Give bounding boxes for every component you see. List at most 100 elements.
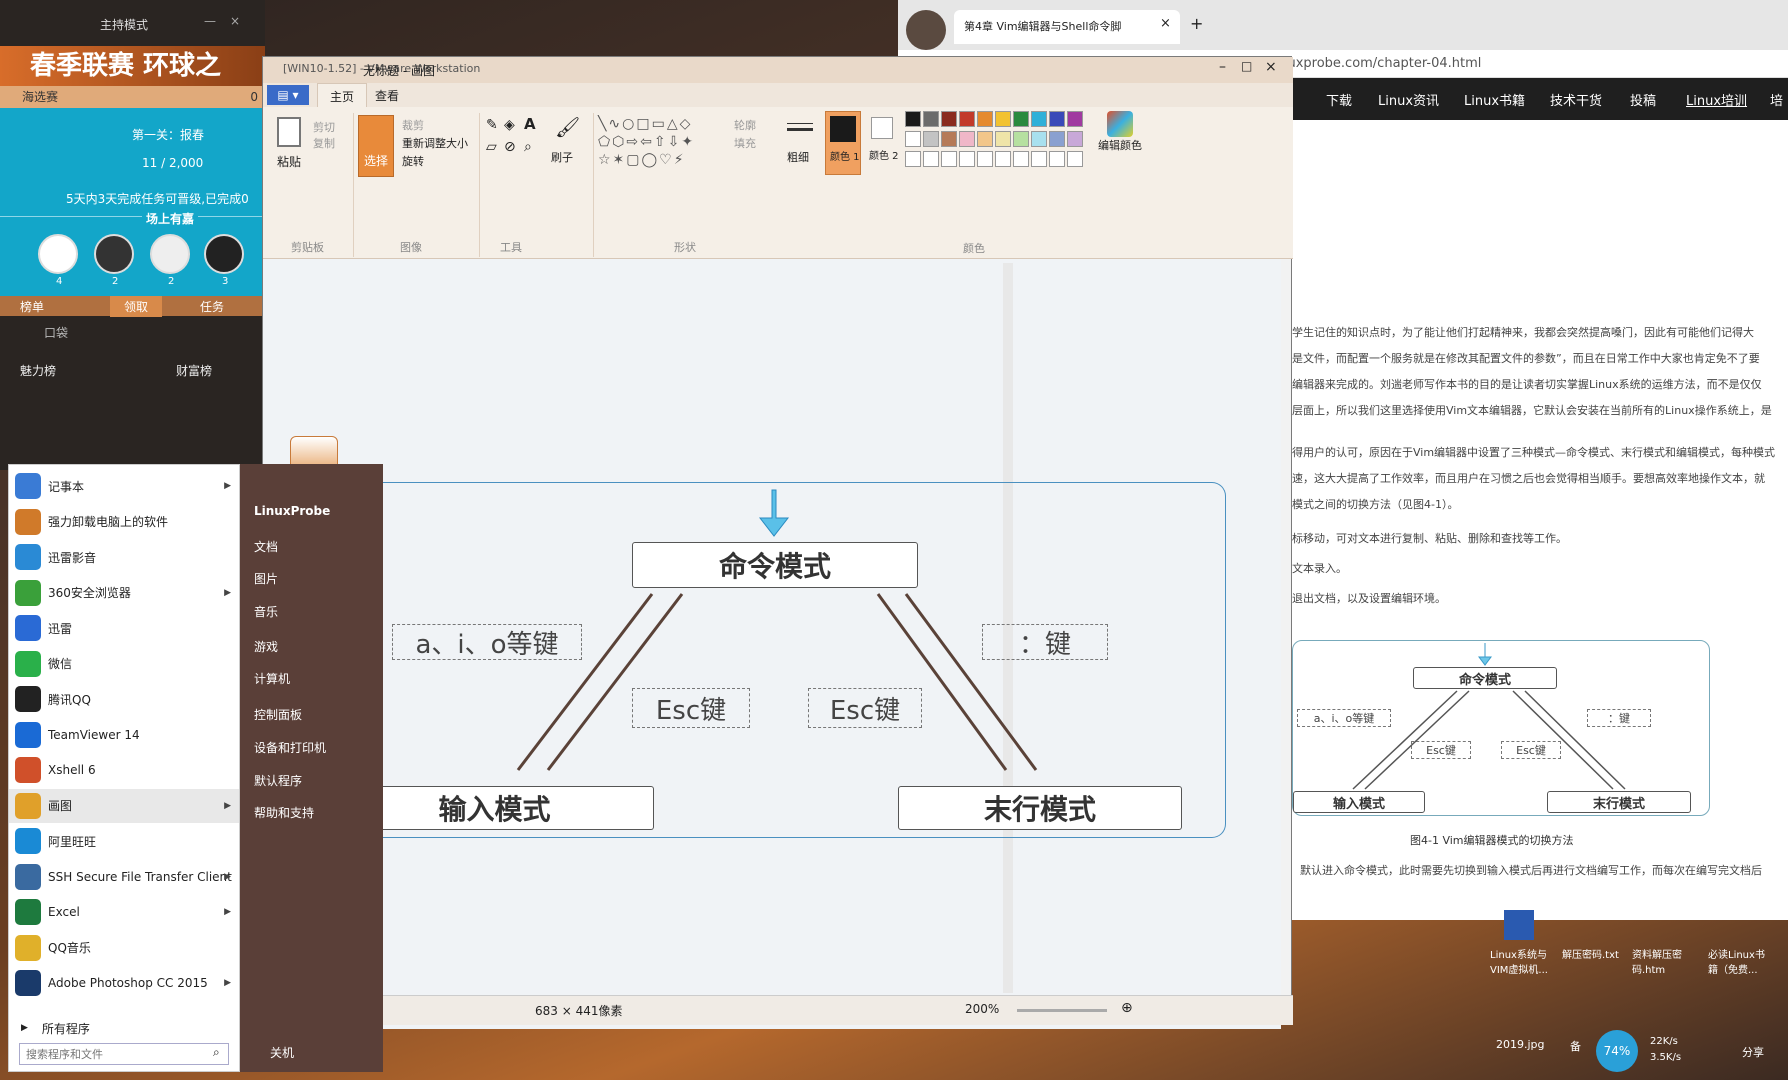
color-swatch[interactable] [977,131,993,147]
outline-button[interactable]: 轮廓 [734,117,756,133]
start-link-user[interactable]: LinuxProbe [254,504,330,518]
color-swatch[interactable] [1013,111,1029,127]
url-text[interactable]: linuxprobe.com/chapter-04.html [1272,56,1481,71]
brush-icon[interactable]: 🖌 [555,115,580,139]
color-swatch[interactable] [977,151,993,167]
zoom-slider[interactable] [1017,1009,1107,1012]
tab-home[interactable]: 主页 [317,83,368,109]
color-swatch[interactable] [905,151,921,167]
color-swatch[interactable] [1031,151,1047,167]
start-link-control-panel[interactable]: 控制面板 [254,706,302,723]
charm-rank-label[interactable]: 魅力榜 [20,362,56,379]
minimize-icon[interactable]: – [1219,59,1226,75]
color-swatch[interactable] [1031,131,1047,147]
color-swatch[interactable] [1049,131,1065,147]
pencil-icon[interactable]: ✎ [486,117,498,133]
rotate-button[interactable]: 旋转 [402,153,424,169]
resize-button[interactable]: 重新调整大小 [402,135,468,151]
nav-item[interactable]: 技术干货 [1550,90,1602,109]
close-icon[interactable]: × [230,14,240,28]
color-swatch[interactable] [923,151,939,167]
color-swatch[interactable] [1067,151,1083,167]
start-menu-item[interactable]: 强力卸载电脑上的软件 [9,505,239,539]
color-swatch[interactable] [995,131,1011,147]
text-icon[interactable]: A [524,115,536,133]
avatar[interactable] [38,234,78,274]
shapes-gallery[interactable]: ╲∿○□▭△◇ ⬠⬡⇨⇦⇧⇩✦ ☆✶▢◯♡⚡ [598,115,722,169]
fill-button[interactable]: 填充 [734,135,756,151]
paste-icon[interactable] [277,117,301,147]
tab-view[interactable]: 查看 [375,87,399,104]
magnifier-icon[interactable]: ⌕ [524,139,532,155]
start-menu-item[interactable]: TeamViewer 14 [9,718,239,752]
nav-item[interactable]: 投稿 [1630,90,1656,109]
start-link-music[interactable]: 音乐 [254,603,278,620]
color-swatch[interactable] [941,111,957,127]
word-file-icon[interactable] [1504,910,1534,940]
edit-colors-button[interactable]: 编辑颜色 [1091,111,1149,171]
desktop-icon-label[interactable]: Linux系统与VIM虚拟机... [1490,946,1550,976]
color-swatch[interactable] [959,131,975,147]
share-button[interactable]: 分享 [1742,1044,1764,1060]
color-swatch[interactable] [923,131,939,147]
tab-claim[interactable]: 领取 [110,296,163,317]
color-swatch[interactable] [995,151,1011,167]
performance-meter[interactable]: 74% [1596,1030,1638,1072]
start-menu-item[interactable]: 阿里旺旺 [9,824,239,858]
maximize-icon[interactable]: □ [1241,59,1252,73]
nav-item[interactable]: Linux资讯 [1378,90,1439,109]
nav-item[interactable]: Linux书籍 [1464,90,1525,109]
start-menu-item[interactable]: 记事本 ▶ [9,469,239,503]
start-menu-item[interactable]: Xshell 6 [9,753,239,787]
color-picker-icon[interactable]: ⊘ [504,139,516,155]
brush-button[interactable]: 刷子 [551,149,573,165]
minimize-icon[interactable]: — [204,14,216,28]
crop-button[interactable]: 裁剪 [402,117,424,133]
start-link-games[interactable]: 游戏 [254,638,278,655]
close-icon[interactable]: × [1265,59,1277,75]
start-menu-item[interactable]: 迅雷影音 [9,540,239,574]
color-swatch[interactable] [959,151,975,167]
color2-button[interactable]: 颜色 2 [865,111,901,175]
color-swatch[interactable] [941,131,957,147]
start-menu-item[interactable]: 微信 [9,647,239,681]
start-link-help[interactable]: 帮助和支持 [254,804,314,821]
color-swatch[interactable] [1067,131,1083,147]
color-swatch[interactable] [1067,111,1083,127]
color-swatch[interactable] [1049,151,1065,167]
color-swatch[interactable] [905,111,921,127]
color-swatch[interactable] [941,151,957,167]
desktop-icon-label[interactable]: 必读Linux书籍（免费... [1708,946,1772,976]
start-search-input[interactable] [19,1043,229,1065]
avatar[interactable] [150,234,190,274]
cut-button[interactable]: 剪切 [313,119,335,135]
start-link-default-programs[interactable]: 默认程序 [254,772,302,789]
eraser-icon[interactable]: ▱ [486,139,497,155]
paste-button[interactable]: 粘贴 [277,153,301,170]
wealth-rank-label[interactable]: 财富榜 [176,362,212,379]
color-swatch[interactable] [905,131,921,147]
color-palette[interactable] [905,111,1085,191]
start-menu-item[interactable]: 360安全浏览器 ▶ [9,576,239,610]
close-icon[interactable]: × [1160,16,1171,31]
color-swatch[interactable] [995,111,1011,127]
color-swatch[interactable] [923,111,939,127]
tab-leaderboard[interactable]: 榜单 [20,298,44,315]
start-menu-item[interactable]: 画图 ▶ [9,788,239,823]
start-menu-item[interactable]: 迅雷 [9,611,239,645]
color1-button[interactable]: 颜色 1 [825,111,861,175]
start-link-devices[interactable]: 设备和打印机 [254,739,326,756]
start-menu-item[interactable]: Adobe Photoshop CC 2015 ▶ [9,966,239,1000]
browser-tab[interactable]: 第4章 Vim编辑器与Shell命令脚 [954,10,1180,44]
start-link-documents[interactable]: 文档 [254,538,278,555]
all-programs-button[interactable]: ▶ 所有程序 [9,1011,239,1045]
tab-tasks[interactable]: 任务 [200,298,224,315]
start-menu-item[interactable]: SSH Secure File Transfer Client ▶ [9,860,239,894]
fill-icon[interactable]: ◈ [504,117,515,133]
nav-item[interactable]: Linux培训 [1686,90,1747,109]
color-swatch[interactable] [1013,151,1029,167]
avatar[interactable] [204,234,244,274]
new-tab-icon[interactable]: + [1190,14,1203,33]
color-swatch[interactable] [959,111,975,127]
shutdown-button[interactable]: 关机 [270,1044,294,1061]
